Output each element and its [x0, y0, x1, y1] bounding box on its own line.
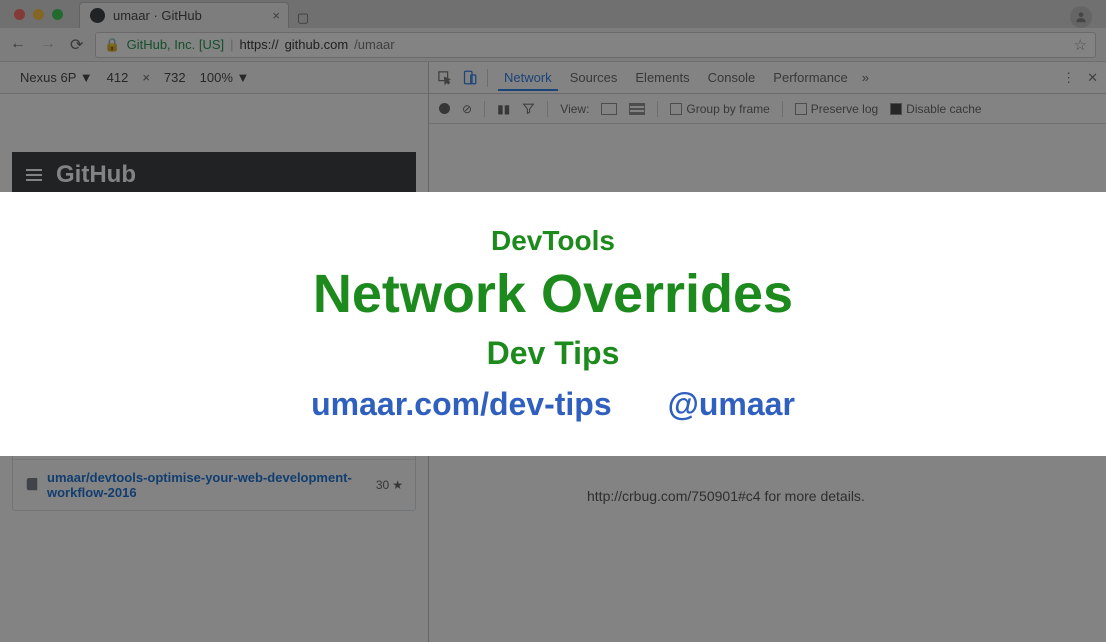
browser-tabstrip: umaar · GitHub × ▢ — [0, 0, 1106, 28]
github-logo[interactable]: GitHub — [56, 161, 136, 189]
banner-link-site: umaar.com/dev-tips — [311, 386, 612, 423]
minimize-window-icon[interactable] — [33, 9, 44, 20]
browser-toolbar: ← → ⟳ 🔒 GitHub, Inc. [US] | https://gith… — [0, 28, 1106, 62]
banner-link-handle: @umaar — [668, 386, 795, 423]
banner-line1: DevTools — [491, 225, 615, 257]
url-host: github.com — [285, 37, 349, 52]
tab-sources[interactable]: Sources — [564, 64, 624, 91]
device-width[interactable]: 412 — [107, 70, 129, 85]
forward-button[interactable]: → — [40, 35, 56, 55]
address-bar[interactable]: 🔒 GitHub, Inc. [US] | https://github.com… — [95, 32, 1096, 58]
devtools-tabstrip: Network Sources Elements Console Perform… — [429, 62, 1106, 94]
github-favicon-icon — [90, 8, 105, 23]
disable-cache-checkbox[interactable]: Disable cache — [890, 102, 981, 116]
url-prefix: https:// — [240, 37, 279, 52]
repo-icon — [25, 478, 39, 492]
devtools-close-icon[interactable]: ✕ — [1087, 70, 1098, 86]
device-selector[interactable]: Nexus 6P ▼ — [20, 70, 93, 85]
devtools-menu-icon[interactable]: ⋮ — [1062, 70, 1075, 86]
dimension-separator: × — [142, 70, 150, 85]
security-label: GitHub, Inc. [US] — [127, 37, 225, 52]
repo-item[interactable]: umaar/devtools-optimise-your-web-develop… — [13, 460, 415, 510]
hamburger-icon[interactable] — [26, 169, 42, 181]
more-tabs-icon[interactable]: » — [862, 70, 869, 85]
preserve-log-checkbox[interactable]: Preserve log — [795, 102, 878, 116]
filter-icon[interactable] — [522, 102, 535, 115]
close-tab-icon[interactable]: × — [272, 8, 280, 23]
tab-title: umaar · GitHub — [113, 8, 202, 23]
maximize-window-icon[interactable] — [52, 9, 63, 20]
view-label: View: — [560, 102, 589, 116]
new-tab-button[interactable]: ▢ — [293, 8, 313, 28]
profile-avatar-icon[interactable] — [1070, 6, 1092, 28]
tab-performance[interactable]: Performance — [767, 64, 853, 91]
record-icon[interactable] — [439, 103, 450, 114]
bookmark-star-icon[interactable]: ☆ — [1074, 36, 1087, 54]
repo-name: umaar/devtools-optimise-your-web-develop… — [47, 470, 368, 500]
repo-stars: 30 ★ — [376, 478, 403, 492]
tab-elements[interactable]: Elements — [629, 64, 695, 91]
browser-tab[interactable]: umaar · GitHub × — [79, 2, 289, 28]
info-message: http://crbug.com/750901#c4 for more deta… — [587, 488, 865, 504]
reload-button[interactable]: ⟳ — [70, 35, 83, 55]
view-waterfall-icon[interactable] — [629, 103, 645, 115]
title-card: DevTools Network Overrides Dev Tips umaa… — [0, 192, 1106, 456]
inspect-icon[interactable] — [437, 70, 452, 85]
url-path: /umaar — [354, 37, 394, 52]
device-height[interactable]: 732 — [164, 70, 186, 85]
tab-network[interactable]: Network — [498, 64, 558, 91]
close-window-icon[interactable] — [14, 9, 25, 20]
window-controls[interactable] — [8, 0, 69, 28]
network-toolbar: ⊘ ▮▮ View: Group by frame Preserve log D… — [429, 94, 1106, 124]
group-by-frame-checkbox[interactable]: Group by frame — [670, 102, 769, 116]
device-toolbar: Nexus 6P ▼ 412 × 732 100% ▼ — [0, 62, 428, 94]
capture-screenshot-icon[interactable]: ▮▮ — [497, 102, 510, 116]
tab-console[interactable]: Console — [702, 64, 762, 91]
lock-icon: 🔒 — [104, 37, 120, 53]
zoom-selector[interactable]: 100% ▼ — [200, 70, 250, 85]
clear-icon[interactable]: ⊘ — [462, 102, 472, 116]
view-list-icon[interactable] — [601, 103, 617, 115]
device-toggle-icon[interactable] — [462, 70, 477, 85]
back-button[interactable]: ← — [10, 35, 26, 55]
banner-line3: Dev Tips — [487, 335, 620, 372]
banner-line2: Network Overrides — [313, 263, 793, 325]
